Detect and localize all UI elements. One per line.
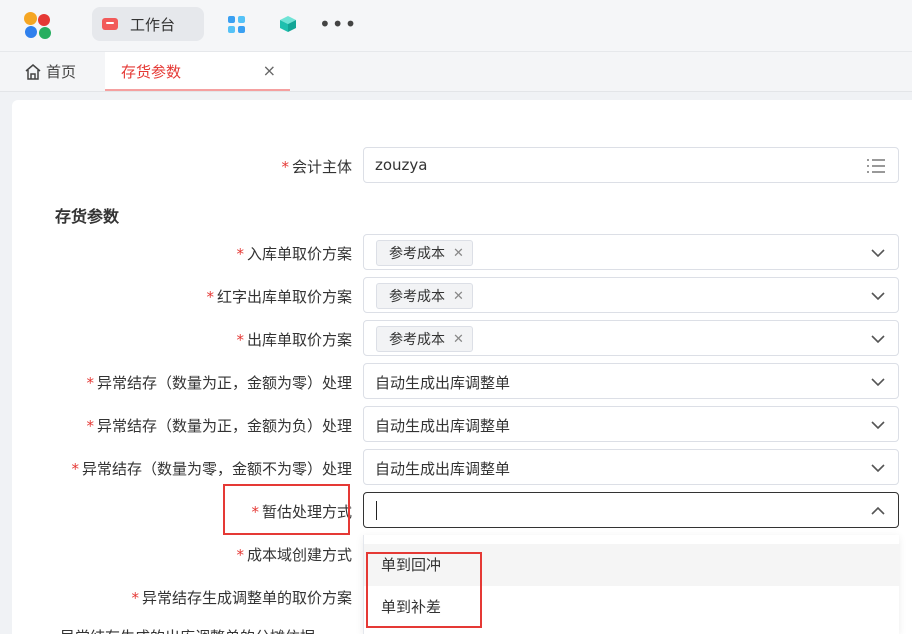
more-icon[interactable]: ••• [319, 14, 357, 34]
cut-off-label: 异常结存生成的出库调整单的分摊依据 [60, 626, 315, 634]
workbench-label: 工作台 [130, 15, 176, 34]
accounting-entity-label: * 会计主体 [281, 158, 352, 176]
tab-inventory-params[interactable]: 存货参数 × [105, 52, 290, 91]
tab-home[interactable]: 首页 [24, 61, 76, 82]
inbound-price-select[interactable]: 参考成本 ✕ [363, 234, 899, 270]
abnormal-pos-neg-select[interactable]: 自动生成出库调整单 [363, 406, 899, 442]
top-bar: 工作台 ••• [0, 0, 912, 52]
abnormal-pos-neg-label: * 异常结存（数量为正，金额为负）处理 [86, 417, 352, 435]
tabs-bar: 首页 存货参数 × [0, 52, 912, 92]
abnormal-pos-zero-label: * 异常结存（数量为正，金额为零）处理 [86, 374, 352, 392]
workbench-tab[interactable]: 工作台 [92, 7, 204, 41]
chevron-up-icon [871, 506, 885, 515]
chevron-down-icon [871, 421, 885, 430]
tab-home-label: 首页 [46, 63, 77, 81]
highlight-box [223, 484, 350, 535]
chevron-down-icon [871, 464, 885, 473]
red-outbound-price-label: * 红字出库单取价方案 [206, 288, 352, 306]
abnormal-zero-nonzero-label: * 异常结存（数量为零，金额不为零）处理 [71, 460, 352, 478]
select-value: 自动生成出库调整单 [375, 417, 511, 435]
workbench-icon [102, 18, 118, 30]
inbound-price-label: * 入库单取价方案 [236, 245, 352, 263]
select-value: 自动生成出库调整单 [375, 460, 511, 478]
cube-icon[interactable] [279, 15, 297, 33]
list-icon[interactable] [867, 158, 885, 174]
section-title: 存货参数 [55, 207, 120, 226]
tag-close-icon[interactable]: ✕ [453, 289, 464, 304]
abnormal-pos-zero-select[interactable]: 自动生成出库调整单 [363, 363, 899, 399]
abnormal-zero-nonzero-select[interactable]: 自动生成出库调整单 [363, 449, 899, 485]
cost-domain-label: * 成本域创建方式 [236, 546, 352, 564]
highlight-box [366, 552, 482, 628]
accounting-entity-value: zouzya [375, 156, 428, 174]
tag-close-icon[interactable]: ✕ [453, 246, 464, 261]
apps-grid-icon[interactable] [228, 16, 246, 34]
abnormal-price-label: * 异常结存生成调整单的取价方案 [131, 589, 352, 607]
cut-off-row: 异常结存生成的出库调整单的分摊依据 [60, 624, 360, 634]
app-logo-icon[interactable] [24, 12, 54, 40]
tag: 参考成本 ✕ [376, 240, 473, 266]
estimate-method-select[interactable] [363, 492, 899, 528]
tag: 参考成本 ✕ [376, 283, 473, 309]
outbound-price-label: * 出库单取价方案 [236, 331, 352, 349]
tag: 参考成本 ✕ [376, 326, 473, 352]
close-icon[interactable]: × [263, 62, 276, 80]
outbound-price-select[interactable]: 参考成本 ✕ [363, 320, 899, 356]
chevron-down-icon [871, 292, 885, 301]
chevron-down-icon [871, 249, 885, 258]
text-caret [376, 501, 377, 520]
red-outbound-price-select[interactable]: 参考成本 ✕ [363, 277, 899, 313]
select-value: 自动生成出库调整单 [375, 374, 511, 392]
chevron-down-icon [871, 378, 885, 387]
tag-close-icon[interactable]: ✕ [453, 332, 464, 347]
chevron-down-icon [871, 335, 885, 344]
accounting-entity-field[interactable]: zouzya [363, 147, 899, 183]
tab-inventory-params-label: 存货参数 [121, 63, 182, 81]
form-card: * 会计主体 zouzya 存货参数 * 入库单取价方案 参考成本 ✕ * 红字出库单取… [12, 100, 912, 634]
home-icon [25, 63, 41, 80]
